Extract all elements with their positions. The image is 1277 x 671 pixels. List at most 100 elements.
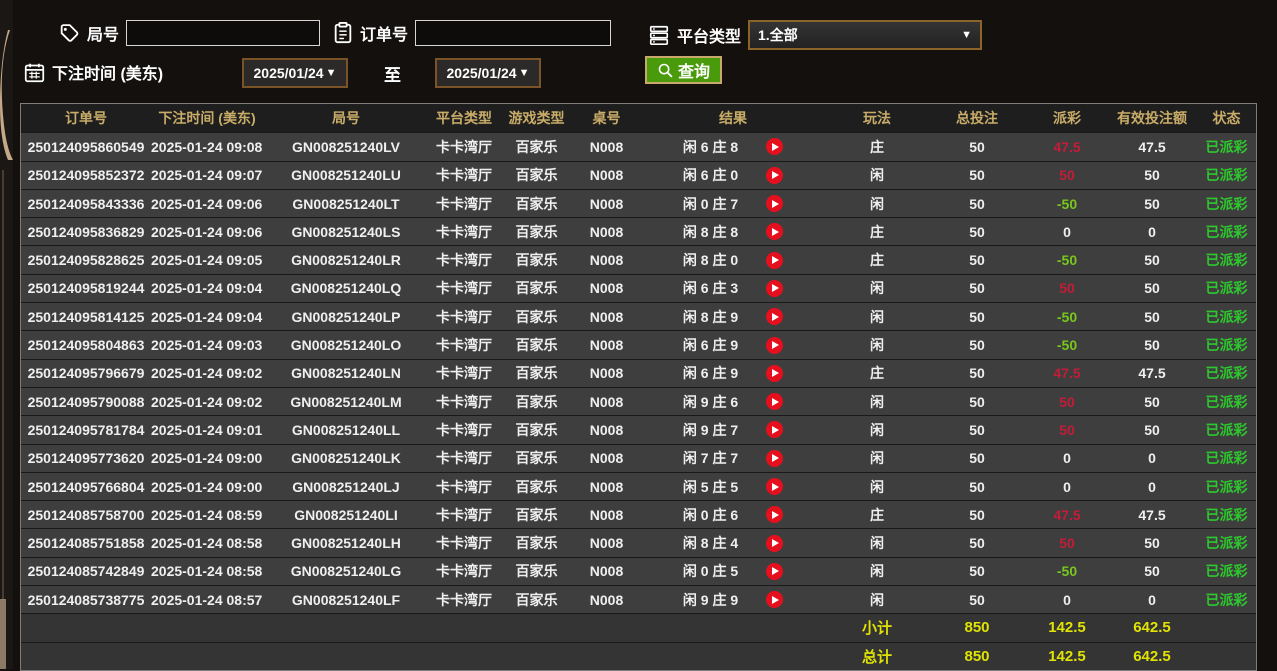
round-number-cell: GN008251240LJ xyxy=(263,479,429,495)
total-row: 总计850142.5642.5 xyxy=(21,642,1256,670)
replay-play-icon[interactable] xyxy=(766,563,783,580)
replay-play-icon[interactable] xyxy=(766,280,783,297)
play-type-cell: 闲 xyxy=(827,165,927,185)
valid-bet-cell: 50 xyxy=(1107,422,1197,438)
platform-cell: 卡卡湾厅 xyxy=(429,561,499,581)
result-text: 闲 6 庄 9 xyxy=(683,335,738,355)
table-number-cell: N008 xyxy=(574,365,639,381)
play-type-cell: 庄 xyxy=(827,222,927,242)
payout-cell: -50 xyxy=(1027,563,1107,579)
platform-filter-group: 平台类型 1.全部 ▼ xyxy=(648,20,982,50)
result-text: 闲 5 庄 5 xyxy=(683,477,738,497)
replay-play-icon[interactable] xyxy=(766,506,783,523)
result-cell: 闲 9 庄 7 xyxy=(639,420,827,440)
play-type-cell: 庄 xyxy=(827,505,927,525)
replay-play-icon[interactable] xyxy=(766,591,783,608)
platform-cell: 卡卡湾厅 xyxy=(429,392,499,412)
result-cell: 闲 7 庄 7 xyxy=(639,448,827,468)
platform-select[interactable]: 1.全部 ▼ xyxy=(748,20,982,50)
status-cell: 已派彩 xyxy=(1197,250,1256,270)
date-from-picker[interactable]: 2025/01/24 ▼ xyxy=(242,58,348,88)
order-number-cell: 250124095781784 xyxy=(21,422,151,438)
result-cell: 闲 0 庄 7 xyxy=(639,194,827,214)
payout-cell: 50 xyxy=(1027,535,1107,551)
bet-records-table: 订单号下注时间 (美东)局号平台类型游戏类型桌号结果玩法总投注派彩有效投注额状态… xyxy=(20,103,1257,671)
game-type-cell: 百家乐 xyxy=(499,420,574,440)
total-bet-cell: 50 xyxy=(927,252,1027,268)
replay-play-icon[interactable] xyxy=(766,337,783,354)
round-number-cell: GN008251240LV xyxy=(263,139,429,155)
table-row: 2501240857518582025-01-24 08:58:53GN0082… xyxy=(21,528,1256,556)
status-cell: 已派彩 xyxy=(1197,505,1256,525)
valid-bet-cell: 50 xyxy=(1107,563,1197,579)
platform-cell: 卡卡湾厅 xyxy=(429,505,499,525)
round-input[interactable] xyxy=(126,20,320,46)
date-to-picker[interactable]: 2025/01/24 ▼ xyxy=(435,58,541,88)
status-cell: 已派彩 xyxy=(1197,561,1256,581)
platform-cell: 卡卡湾厅 xyxy=(429,222,499,242)
result-cell: 闲 0 庄 5 xyxy=(639,561,827,581)
table-row: 2501240958605492025-01-24 09:08:14GN0082… xyxy=(21,132,1256,160)
payout-cell: -50 xyxy=(1027,337,1107,353)
bet-time-cell: 2025-01-24 09:01:33 xyxy=(151,422,263,438)
replay-play-icon[interactable] xyxy=(766,138,783,155)
replay-play-icon[interactable] xyxy=(766,535,783,552)
platform-cell: 卡卡湾厅 xyxy=(429,278,499,298)
replay-play-icon[interactable] xyxy=(766,308,783,325)
valid-bet-cell: 0 xyxy=(1107,450,1197,466)
table-row: 2501240958286252025-01-24 09:05:31GN0082… xyxy=(21,245,1256,273)
replay-play-icon[interactable] xyxy=(766,195,783,212)
total-bet-cell: 50 xyxy=(927,139,1027,155)
table-number-cell: N008 xyxy=(574,139,639,155)
play-type-cell: 闲 xyxy=(827,561,927,581)
total-bet-cell: 50 xyxy=(927,280,1027,296)
play-type-cell: 闲 xyxy=(827,194,927,214)
platform-filter-label: 平台类型 xyxy=(677,23,741,47)
total-bet-cell: 50 xyxy=(927,450,1027,466)
replay-play-icon[interactable] xyxy=(766,252,783,269)
chevron-down-icon: ▼ xyxy=(326,67,337,79)
replay-play-icon[interactable] xyxy=(766,365,783,382)
table-number-cell: N008 xyxy=(574,479,639,495)
order-number-cell: 250124095819244 xyxy=(21,280,151,296)
replay-play-icon[interactable] xyxy=(766,393,783,410)
replay-play-icon[interactable] xyxy=(766,167,783,184)
result-cell: 闲 8 庄 4 xyxy=(639,533,827,553)
bet-time-cell: 2025-01-24 08:58:08 xyxy=(151,563,263,579)
round-number-cell: GN008251240LS xyxy=(263,224,429,240)
replay-play-icon[interactable] xyxy=(766,478,783,495)
query-button[interactable]: 查询 xyxy=(645,56,722,84)
play-type-cell: 闲 xyxy=(827,477,927,497)
order-number-cell: 250124095828625 xyxy=(21,252,151,268)
bet-time-cell: 2025-01-24 09:00:14 xyxy=(151,479,263,495)
game-type-cell: 百家乐 xyxy=(499,278,574,298)
table-row: 2501240958523722025-01-24 09:07:31GN0082… xyxy=(21,161,1256,189)
result-text: 闲 0 庄 6 xyxy=(683,505,738,525)
replay-play-icon[interactable] xyxy=(766,421,783,438)
platform-cell: 卡卡湾厅 xyxy=(429,194,499,214)
table-number-cell: N008 xyxy=(574,196,639,212)
status-cell: 已派彩 xyxy=(1197,307,1256,327)
play-type-cell: 闲 xyxy=(827,392,927,412)
bet-time-filter-label: 下注时间 (美东) xyxy=(52,60,163,84)
valid-bet-cell: 50 xyxy=(1107,337,1197,353)
game-type-cell: 百家乐 xyxy=(499,194,574,214)
order-input[interactable] xyxy=(415,20,611,46)
platform-cell: 卡卡湾厅 xyxy=(429,448,499,468)
bet-time-cell: 2025-01-24 09:07:31 xyxy=(151,167,263,183)
bet-time-cell: 2025-01-24 09:08:14 xyxy=(151,139,263,155)
bet-time-cell: 2025-01-24 08:57:46 xyxy=(151,592,263,608)
replay-play-icon[interactable] xyxy=(766,223,783,240)
result-cell: 闲 9 庄 9 xyxy=(639,590,827,610)
column-header: 状态 xyxy=(1197,108,1256,128)
table-number-cell: N008 xyxy=(574,280,639,296)
order-number-cell: 250124095843336 xyxy=(21,196,151,212)
replay-play-icon[interactable] xyxy=(766,450,783,467)
table-row: 2501240857587002025-01-24 08:59:31GN0082… xyxy=(21,500,1256,528)
status-cell: 已派彩 xyxy=(1197,222,1256,242)
total-bet-cell: 50 xyxy=(927,337,1027,353)
list-icon xyxy=(648,24,670,46)
play-type-cell: 闲 xyxy=(827,590,927,610)
play-type-cell: 庄 xyxy=(827,250,927,270)
status-cell: 已派彩 xyxy=(1197,392,1256,412)
